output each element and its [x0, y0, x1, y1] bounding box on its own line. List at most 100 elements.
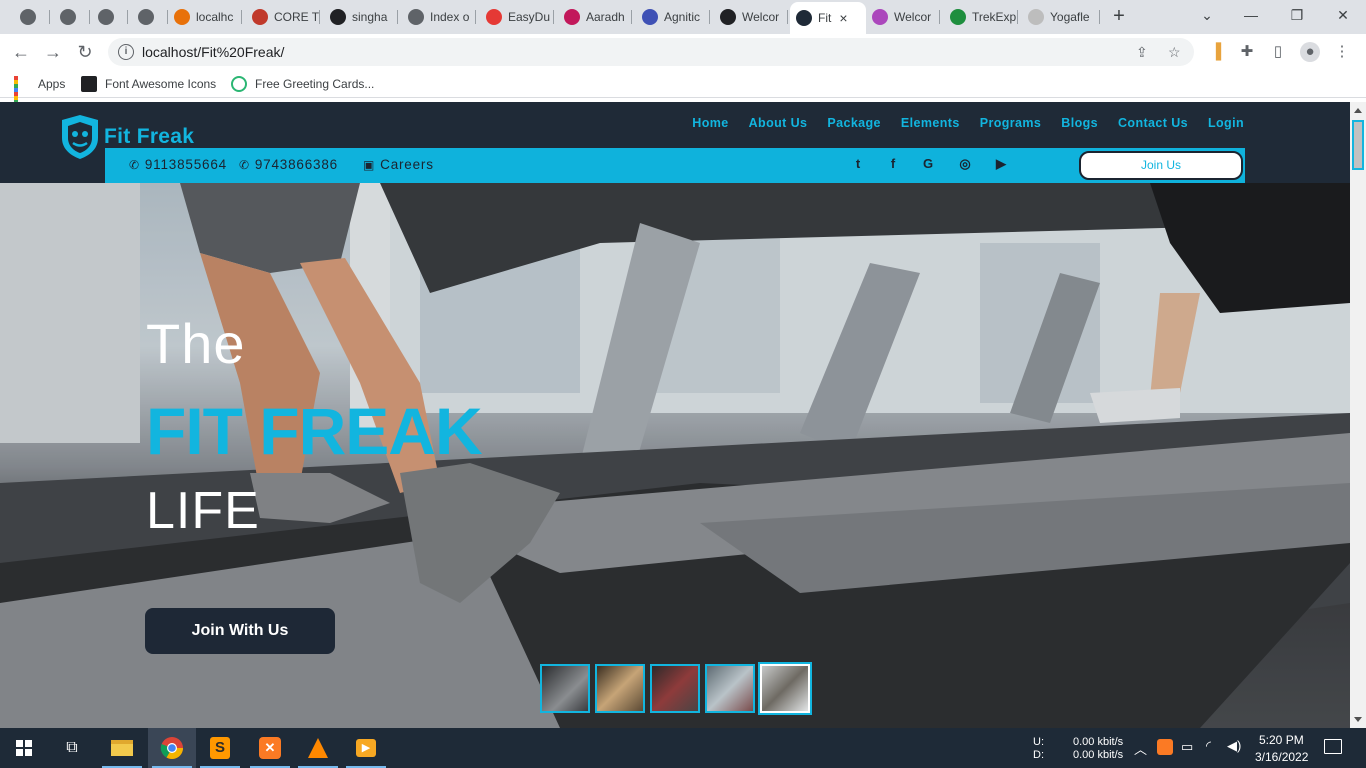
browser-tab[interactable]: EasyDu [480, 4, 554, 30]
scroll-down-icon[interactable] [1354, 717, 1362, 722]
menu-kebab-icon[interactable]: ⋮ [1332, 42, 1352, 62]
brand-name: Fit Freak [104, 125, 195, 148]
nav-home[interactable]: Home [692, 116, 728, 130]
scroll-up-icon[interactable] [1354, 108, 1362, 113]
twitter-icon[interactable]: t [849, 155, 867, 173]
close-window-icon[interactable]: ✕ [1320, 0, 1366, 30]
bookmark-star-icon[interactable]: ☆ [1168, 44, 1181, 61]
back-icon[interactable]: ← [10, 41, 32, 63]
browser-tab[interactable] [14, 4, 50, 30]
join-us-button[interactable]: Join Us [1079, 151, 1243, 180]
scroll-thumb[interactable] [1352, 120, 1364, 170]
notification-icon[interactable] [1324, 739, 1342, 754]
omnibox[interactable]: i localhost/Fit%20Freak/ ⇪ ☆ [108, 38, 1194, 66]
browser-tab[interactable] [92, 4, 128, 30]
media-player-icon[interactable]: ▶ [342, 728, 390, 768]
url-text[interactable]: localhost/Fit%20Freak/ [142, 44, 284, 60]
browser-tab[interactable]: CORE T [246, 4, 320, 30]
main-nav: Home About Us Package Elements Programs … [692, 116, 1244, 130]
facebook-icon[interactable]: f [884, 155, 902, 173]
google-icon[interactable]: G [919, 155, 937, 173]
minimize-icon[interactable]: — [1228, 0, 1274, 30]
browser-tab[interactable]: Index o [402, 4, 476, 30]
tab-favicon-icon [98, 9, 114, 25]
slide-thumbnail-3[interactable] [650, 664, 700, 713]
new-tab-button[interactable]: + [1108, 5, 1130, 27]
maximize-icon[interactable]: ❐ [1274, 0, 1320, 30]
browser-tab[interactable]: Welcor [714, 4, 788, 30]
join-with-us-button[interactable]: Join With Us [145, 608, 335, 654]
bookmark-font-awesome[interactable]: Font Awesome Icons [81, 76, 216, 92]
browser-tab[interactable]: localhc [168, 4, 242, 30]
careers-link[interactable]: ▣ Careers [363, 157, 434, 172]
battery-icon[interactable]: ▭ [1181, 739, 1193, 755]
youtube-icon[interactable]: ▶ [992, 155, 1010, 173]
browser-tab[interactable]: TrekExp [944, 4, 1018, 30]
clock-date[interactable]: 3/16/2022 [1255, 750, 1308, 764]
slide-thumbnail-1[interactable] [540, 664, 590, 713]
tab-favicon-icon [1028, 9, 1044, 25]
tab-separator [631, 10, 632, 24]
clock-time[interactable]: 5:20 PM [1259, 733, 1304, 747]
xampp-tray-icon[interactable] [1157, 739, 1173, 755]
bookmark-greeting-cards[interactable]: Free Greeting Cards... [231, 76, 374, 92]
wifi-icon[interactable]: ◜ [1206, 738, 1211, 754]
slide-thumbnail-2[interactable] [595, 664, 645, 713]
tab-favicon-icon [642, 9, 658, 25]
net-up-rate: 0.00 kbit/s [1073, 736, 1124, 748]
nav-package[interactable]: Package [827, 116, 881, 130]
profile-avatar-icon[interactable]: ● [1300, 42, 1320, 62]
address-toolbar: ← → ↻ i localhost/Fit%20Freak/ ⇪ ☆ ▐ ✚ ▯… [0, 34, 1366, 70]
phone-1[interactable]: ✆ 9113855664 [129, 157, 227, 172]
browser-tab[interactable]: Agnitic [636, 4, 710, 30]
browser-tab[interactable]: Fit × [790, 2, 866, 34]
bookmarks-bar: Apps Font Awesome Icons Free Greeting Ca… [0, 70, 1366, 112]
browser-tab[interactable]: Welcor [866, 4, 940, 30]
reload-icon[interactable]: ↻ [74, 41, 96, 63]
file-explorer-icon[interactable] [98, 728, 146, 768]
tab-title: EasyDu [508, 10, 551, 24]
sublime-text-icon[interactable]: S [196, 728, 244, 768]
tab-search-icon[interactable]: ⌄ [1184, 0, 1230, 30]
side-panel-icon[interactable]: ▯ [1268, 42, 1288, 62]
tab-title: Index o [430, 10, 470, 24]
nav-login[interactable]: Login [1208, 116, 1244, 130]
task-view-icon[interactable]: ⧉ [48, 728, 96, 768]
browser-tab[interactable]: Aaradh [558, 4, 632, 30]
chrome-icon[interactable] [148, 728, 196, 768]
whatsapp-icon[interactable]: ◎ [956, 155, 974, 173]
browser-tab[interactable]: singha [324, 4, 398, 30]
hero-slider: The FIT FREAK LIFE Join With Us [0, 183, 1350, 728]
tab-favicon-icon [138, 9, 154, 25]
hero-line-1: The [146, 312, 246, 375]
tab-favicon-icon [486, 9, 502, 25]
tray-expand-icon[interactable]: ︿ [1134, 739, 1147, 758]
windows-start-icon[interactable] [0, 728, 48, 768]
tab-favicon-icon [796, 10, 812, 26]
tab-separator [319, 10, 320, 24]
nav-programs[interactable]: Programs [980, 116, 1042, 130]
tab-separator [709, 10, 710, 24]
share-icon[interactable]: ⇪ [1136, 44, 1148, 61]
site-info-icon[interactable]: i [118, 44, 134, 60]
nav-blogs[interactable]: Blogs [1061, 116, 1098, 130]
browser-tab[interactable] [54, 4, 90, 30]
page-scrollbar[interactable] [1350, 102, 1366, 728]
forward-icon[interactable]: → [42, 41, 64, 63]
nav-about-us[interactable]: About Us [749, 116, 808, 130]
extensions-puzzle-icon[interactable]: ✚ [1237, 42, 1257, 62]
nav-elements[interactable]: Elements [901, 116, 960, 130]
tab-close-icon[interactable]: × [839, 10, 847, 26]
vlc-icon[interactable] [294, 728, 342, 768]
tab-title: TrekExp [972, 10, 1017, 24]
bookmark-apps[interactable]: Apps [14, 76, 65, 112]
slide-thumbnail-4[interactable] [705, 664, 755, 713]
phone-2[interactable]: ✆ 9743866386 [239, 157, 338, 172]
extension-icon[interactable]: ▐ [1206, 42, 1226, 62]
browser-tab[interactable] [132, 4, 168, 30]
volume-icon[interactable]: ◀) [1227, 738, 1241, 754]
xampp-icon[interactable]: ✕ [246, 728, 294, 768]
slide-thumbnail-5[interactable] [758, 662, 812, 715]
browser-tab[interactable]: Yogafle [1022, 4, 1100, 30]
nav-contact-us[interactable]: Contact Us [1118, 116, 1188, 130]
